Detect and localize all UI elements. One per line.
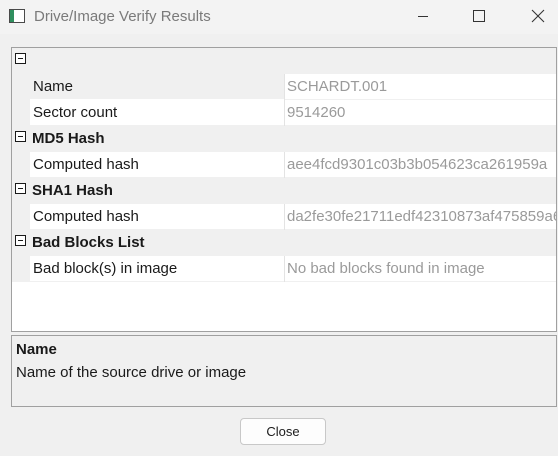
category-row-bad-blocks[interactable]: Bad Blocks List	[12, 230, 556, 256]
close-button[interactable]: Close	[240, 418, 326, 445]
property-value: SCHARDT.001	[287, 78, 388, 95]
close-icon	[531, 9, 545, 23]
collapse-icon[interactable]	[15, 183, 26, 194]
property-value: 9514260	[287, 104, 346, 121]
collapse-icon[interactable]	[15, 53, 26, 64]
property-value: No bad blocks found in image	[287, 260, 485, 277]
window-title: Drive/Image Verify Results	[34, 8, 211, 25]
category-label: MD5 Hash	[32, 130, 105, 147]
minimize-icon	[418, 16, 428, 17]
close-window-button[interactable]	[500, 0, 558, 32]
category-label: SHA1 Hash	[32, 182, 113, 199]
property-row-bad-blocks[interactable]: Bad block(s) in image No bad blocks foun…	[12, 256, 556, 282]
property-name: Name	[33, 78, 74, 95]
property-name: Computed hash	[33, 208, 139, 225]
property-value: aee4fcd9301c03b3b054623ca261959a	[287, 156, 548, 173]
description-title: Name	[16, 341, 57, 358]
property-grid[interactable]: Name SCHARDT.001 Sector count 9514260 MD…	[11, 47, 557, 332]
category-label: Bad Blocks List	[32, 234, 145, 251]
title-bar: Drive/Image Verify Results	[0, 0, 558, 34]
collapse-icon[interactable]	[15, 131, 26, 142]
property-name: Computed hash	[33, 156, 139, 173]
category-row-md5[interactable]: MD5 Hash	[12, 126, 556, 152]
app-window-icon	[9, 9, 25, 23]
description-text: Name of the source drive or image	[16, 364, 247, 381]
property-row-sha1-hash[interactable]: Computed hash da2fe30fe21711edf42310873a…	[12, 204, 556, 230]
minimize-button[interactable]	[394, 0, 452, 32]
property-row-md5-hash[interactable]: Computed hash aee4fcd9301c03b3b054623ca2…	[12, 152, 556, 178]
property-value: da2fe30fe21711edf42310873af475859a6	[287, 208, 556, 225]
property-row-sector-count[interactable]: Sector count 9514260	[12, 100, 556, 126]
category-row[interactable]	[12, 48, 556, 74]
property-row-name[interactable]: Name SCHARDT.001	[12, 74, 556, 100]
property-name: Sector count	[33, 104, 118, 121]
collapse-icon[interactable]	[15, 235, 26, 246]
description-panel: Name Name of the source drive or image	[11, 335, 557, 407]
category-row-sha1[interactable]: SHA1 Hash	[12, 178, 556, 204]
property-name: Bad block(s) in image	[33, 260, 178, 277]
